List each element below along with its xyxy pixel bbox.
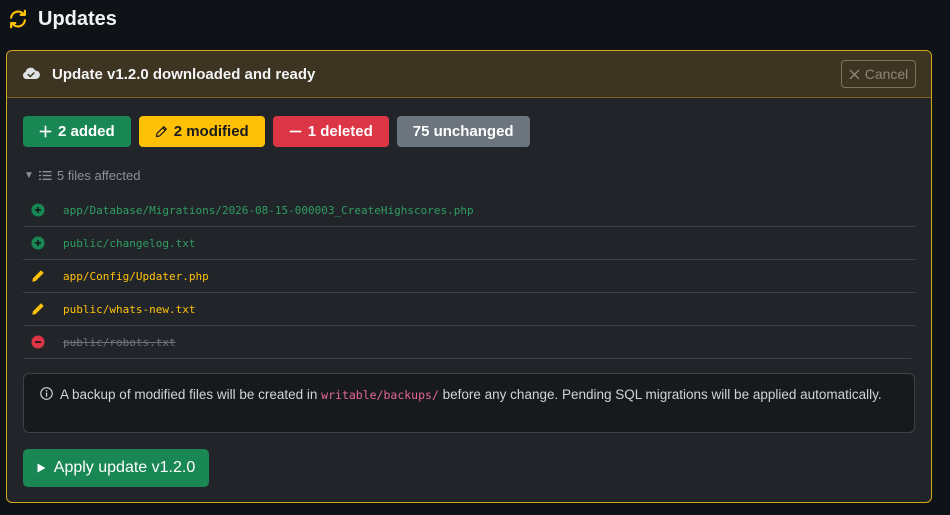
list-icon — [38, 171, 52, 180]
modified-count: 2 modified — [173, 123, 249, 140]
unchanged-count: 75 unchanged — [412, 123, 514, 140]
cancel-button-label: Cancel — [864, 66, 909, 82]
card-title: Update v1.2.0 downloaded and ready — [52, 66, 316, 83]
file-path: app/Database/Migrations/2026-08-15-00000… — [63, 203, 474, 217]
plus-icon — [39, 125, 52, 138]
minus-icon — [289, 130, 302, 133]
unchanged-badge: 75 unchanged — [396, 116, 530, 147]
cloud-icon — [22, 67, 40, 79]
deleted-badge: 1 deleted — [272, 116, 389, 147]
file-row: app/Config/Updater.php — [23, 260, 915, 293]
info-text-before: A backup of modified files will be creat… — [60, 387, 318, 402]
caret-down-icon: ▼ — [24, 170, 34, 181]
pencil-icon — [155, 126, 167, 138]
card-header: Update v1.2.0 downloaded and ready Cance… — [7, 51, 931, 98]
apply-update-button[interactable]: Apply update v1.2.0 — [23, 449, 209, 487]
file-row: public/changelog.txt — [23, 227, 915, 260]
backup-path: writable/backups/ — [321, 388, 439, 402]
files-affected-label: 5 files affected — [56, 168, 141, 183]
added-badge: 2 added — [23, 116, 131, 147]
file-path: app/Config/Updater.php — [63, 269, 209, 283]
pencil-icon — [32, 303, 44, 315]
file-path: public/whats-new.txt — [63, 302, 196, 316]
file-row: public/robots.txt — [23, 326, 911, 359]
file-path: public/changelog.txt — [63, 236, 196, 250]
sync-icon — [10, 9, 26, 29]
file-list: app/Database/Migrations/2026-08-15-00000… — [23, 194, 915, 359]
info-box: A backup of modified files will be creat… — [23, 373, 915, 433]
added-count: 2 added — [58, 123, 115, 140]
added-circle-icon — [31, 236, 45, 250]
cancel-button[interactable]: Cancel — [841, 60, 916, 88]
pencil-icon — [32, 270, 44, 282]
files-affected-toggle[interactable]: ▼ 5 files affected — [24, 168, 141, 183]
change-badges: 2 added 2 modified 1 deleted 75 unchange… — [23, 116, 530, 147]
info-text-after: before any change. Pending SQL migration… — [442, 387, 882, 402]
added-circle-icon — [31, 203, 45, 217]
page-title: Updates — [38, 7, 117, 30]
file-path: public/robots.txt — [63, 335, 176, 349]
deleted-circle-icon — [31, 335, 45, 349]
update-card: Update v1.2.0 downloaded and ready Cance… — [6, 50, 932, 503]
info-icon — [40, 387, 53, 400]
play-icon — [37, 463, 46, 473]
page-header: Updates — [7, 6, 117, 32]
apply-update-label: Apply update v1.2.0 — [53, 459, 196, 476]
deleted-count: 1 deleted — [307, 123, 373, 140]
file-row: public/whats-new.txt — [23, 293, 915, 326]
file-row: app/Database/Migrations/2026-08-15-00000… — [23, 194, 915, 227]
close-icon — [849, 69, 859, 79]
modified-badge: 2 modified — [138, 116, 265, 147]
